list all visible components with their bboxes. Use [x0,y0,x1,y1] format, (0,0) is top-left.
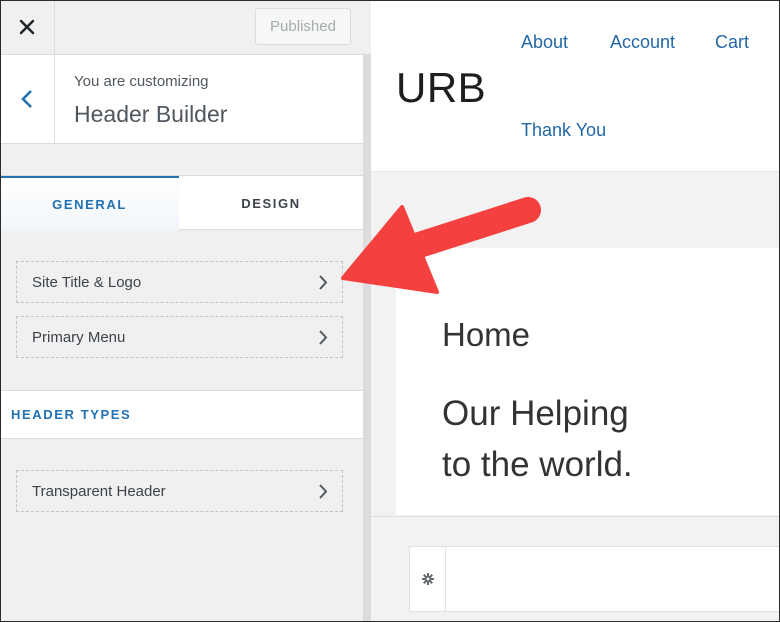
back-button[interactable] [0,55,55,143]
divider [371,516,780,517]
chevron-right-icon [319,330,328,345]
page-heading: Home [442,316,531,353]
close-icon [19,19,35,35]
breadcrumb: You are customizing Header Builder [0,55,363,144]
breadcrumb-subtitle: You are customizing [74,73,209,90]
chevron-right-icon [319,484,328,499]
footer-block [409,546,780,612]
item-label: Primary Menu [32,328,126,346]
tab-design[interactable]: DESIGN [179,176,363,230]
transparent-header-item[interactable]: Transparent Header [16,470,343,512]
published-button[interactable]: Published [255,8,351,45]
tab-general[interactable]: GENERAL [0,176,179,230]
content-card: Home Our Helping to the world. [396,248,780,515]
hero-line-1: Our Helping [442,394,629,433]
header-types-heading: HEADER TYPES [0,390,363,439]
item-label: Transparent Header [32,482,166,500]
nav-link-cart[interactable]: Cart [715,32,749,53]
site-header: URB About Account Cart Thank You [371,0,780,172]
nav-link-about[interactable]: About [521,32,568,53]
nav-link-account[interactable]: Account [610,32,675,53]
sidebar-scrollbar[interactable] [363,55,371,622]
gear-icon [421,573,434,585]
item-label: Site Title & Logo [32,273,142,291]
close-customizer-button[interactable] [0,0,55,54]
customizer-sidebar: Published You are customizing Header Bui… [0,0,371,622]
primary-menu-item[interactable]: Primary Menu [16,316,343,358]
site-preview: URB About Account Cart Thank You Home Ou… [371,0,780,622]
customizer-topbar: Published [0,0,371,55]
nav-link-thank-you[interactable]: Thank You [521,120,606,141]
page-title: Header Builder [74,101,228,127]
site-title[interactable]: URB [396,64,486,112]
footer-settings-button[interactable] [410,547,446,611]
chevron-right-icon [319,275,328,290]
settings-tabs: GENERAL DESIGN [0,175,363,230]
hero-text: Our Helping to the world. [442,388,772,490]
site-title-logo-item[interactable]: Site Title & Logo [16,261,343,303]
hero-line-2: to the world. [442,445,633,484]
chevron-left-icon [21,90,32,108]
